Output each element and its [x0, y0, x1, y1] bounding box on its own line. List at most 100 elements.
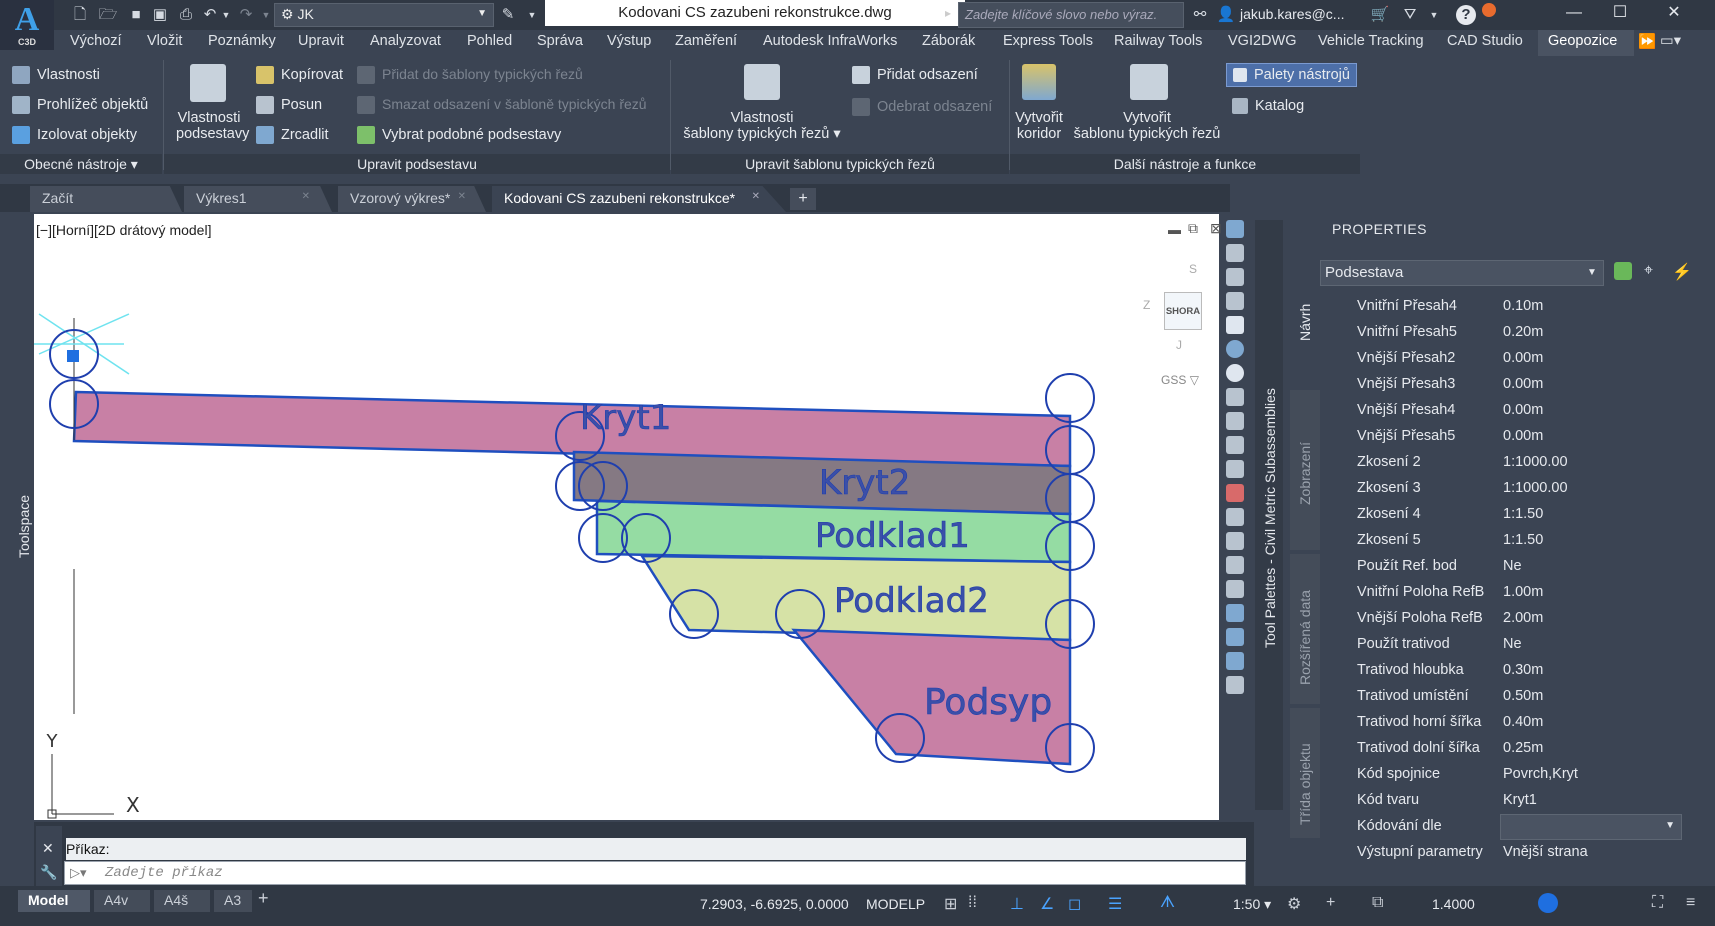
- a360-icon[interactable]: ⛛: [1400, 5, 1420, 25]
- viewcube-face[interactable]: SHORA: [1164, 292, 1202, 330]
- command-input[interactable]: Zadejte příkaz: [64, 861, 1246, 885]
- layer-kryt1[interactable]: [72, 390, 1072, 468]
- select-objects-icon[interactable]: ⌖: [1644, 262, 1653, 280]
- property-value[interactable]: 0.25m: [1503, 740, 1543, 756]
- drawing-canvas[interactable]: Kryt1 Kryt2 Podklad1 Podklad2 Podsyp Y X: [34, 214, 1219, 820]
- property-value[interactable]: 0.50m: [1503, 688, 1543, 704]
- palette-tool-icon[interactable]: [1226, 460, 1244, 478]
- tab-vehicle-tracking[interactable]: Vehicle Tracking: [1318, 33, 1424, 49]
- ucs-menu[interactable]: GSS ▽: [1161, 373, 1199, 387]
- panel-footer-general[interactable]: Obecné nástroje ▾: [0, 154, 162, 174]
- cursor-coordinates[interactable]: 7.2903, -6.6925, 0.0000: [700, 896, 849, 912]
- delete-offset-tool[interactable]: Smazat odsazení v šabloně typických řezů: [357, 96, 647, 115]
- property-row[interactable]: Použít trativod Ne: [1357, 636, 1697, 662]
- palette-tool-icon[interactable]: [1226, 220, 1244, 238]
- palette-tool-icon[interactable]: [1226, 508, 1244, 526]
- fullscreen-icon[interactable]: ⛶: [1652, 894, 1663, 912]
- property-value[interactable]: 0.00m: [1503, 402, 1543, 418]
- property-value[interactable]: Vnější strana: [1503, 844, 1588, 860]
- side-tab-rozsirena-data[interactable]: Rozšířená data: [1290, 554, 1320, 704]
- new-file-icon[interactable]: 🗋: [70, 5, 90, 25]
- help-icon[interactable]: ?: [1456, 5, 1476, 25]
- subassembly-props-icon[interactable]: [190, 64, 226, 102]
- drawing-viewport[interactable]: Kryt1 Kryt2 Podklad1 Podklad2 Podsyp Y X: [34, 214, 1219, 820]
- palette-tool-icon[interactable]: [1226, 436, 1244, 454]
- user-icon[interactable]: 👤: [1216, 5, 1236, 25]
- property-row[interactable]: Zkosení 4 1:1.50: [1357, 506, 1697, 532]
- palette-tool-icon[interactable]: [1226, 652, 1244, 670]
- cart-icon[interactable]: 🛒: [1370, 5, 1390, 25]
- property-row[interactable]: Zkosení 2 1:1000.00: [1357, 454, 1697, 480]
- object-type-select[interactable]: Podsestava ▼: [1320, 260, 1604, 286]
- tab-vlozit[interactable]: Vložit: [147, 33, 182, 49]
- snap-icon[interactable]: ⁞⁞: [968, 894, 977, 912]
- property-value[interactable]: 0.00m: [1503, 376, 1543, 392]
- tab-infraworks[interactable]: Autodesk InfraWorks: [763, 33, 897, 49]
- a360-dropdown-icon[interactable]: ▼: [1424, 5, 1444, 25]
- property-row[interactable]: Kód spojnice Povrch,Kryt: [1357, 766, 1697, 792]
- property-row[interactable]: Vnější Přesah2 0.00m: [1357, 350, 1697, 376]
- redo-icon[interactable]: ↷: [236, 5, 256, 25]
- quick-select-icon[interactable]: ⚡: [1672, 262, 1692, 282]
- property-row[interactable]: Vnitřní Přesah5 0.20m: [1357, 324, 1697, 350]
- property-row[interactable]: Zkosení 3 1:1000.00: [1357, 480, 1697, 506]
- viewport-minimize-icon[interactable]: ▬: [1168, 222, 1181, 237]
- palette-tool-icon[interactable]: [1226, 340, 1244, 358]
- customize-quick-access-icon[interactable]: ▼: [522, 5, 542, 25]
- property-row[interactable]: Trativod horní šířka 0.40m: [1357, 714, 1697, 740]
- tab-zaborak[interactable]: Záborák: [922, 33, 975, 49]
- workspace-icon[interactable]: ⧉: [1372, 894, 1383, 912]
- property-row[interactable]: Vnější Přesah3 0.00m: [1357, 376, 1697, 402]
- tab-vychozi[interactable]: Výchozí: [70, 33, 122, 49]
- minimize-button[interactable]: —: [1550, 2, 1598, 26]
- annotation-scale[interactable]: 1:50 ▾: [1233, 896, 1271, 913]
- subassembly-props-tool[interactable]: Vlastnosti podsestavy: [176, 110, 249, 142]
- viewcube-south[interactable]: J: [1176, 338, 1182, 352]
- palette-tool-icon[interactable]: [1226, 292, 1244, 310]
- palette-tool-icon[interactable]: [1226, 268, 1244, 286]
- property-value[interactable]: Kryt1: [1503, 792, 1537, 808]
- tab-railway-tools[interactable]: Railway Tools: [1114, 33, 1202, 49]
- workspace-select[interactable]: ⚙ JK ▼: [274, 3, 494, 27]
- properties-tool[interactable]: Vlastnosti: [12, 66, 100, 84]
- property-value[interactable]: 0.00m: [1503, 350, 1543, 366]
- customize-menu-icon[interactable]: ≡: [1686, 894, 1695, 912]
- mirror-tool[interactable]: Zrcadlit: [256, 126, 329, 144]
- property-value[interactable]: 2.00m: [1503, 610, 1543, 626]
- lineweight-value[interactable]: 1.4000: [1432, 896, 1475, 912]
- layout-tab-a4s[interactable]: A4š: [154, 890, 210, 912]
- property-row[interactable]: Vnější Přesah5 0.00m: [1357, 428, 1697, 454]
- side-tab-trida-objektu[interactable]: Třída objektu: [1290, 708, 1320, 838]
- close-tab-icon[interactable]: ✕: [458, 191, 466, 202]
- osnap-icon[interactable]: ◻: [1068, 894, 1081, 914]
- tab-geopozice[interactable]: Geopozice: [1548, 33, 1617, 49]
- layout-tab-model[interactable]: Model: [18, 890, 90, 912]
- template-props-icon[interactable]: [744, 64, 780, 100]
- maximize-button[interactable]: ☐: [1596, 2, 1644, 26]
- property-value[interactable]: Ne: [1503, 636, 1522, 652]
- quick-props-icon[interactable]: ✎: [498, 5, 518, 25]
- tab-analyzovat[interactable]: Analyzovat: [370, 33, 441, 49]
- close-command-icon[interactable]: ✕: [42, 840, 54, 857]
- insertion-grip[interactable]: [67, 350, 79, 362]
- search-expand-icon[interactable]: ▸: [945, 6, 951, 20]
- ortho-icon[interactable]: ⊥: [1010, 894, 1024, 914]
- create-template-tool[interactable]: Vytvořit šablonu typických řezů: [1072, 110, 1222, 142]
- tab-vystup[interactable]: Výstup: [607, 33, 651, 49]
- property-row[interactable]: Použít Ref. bod Ne: [1357, 558, 1697, 584]
- select-similar-tool[interactable]: Vybrat podobné podsestavy: [357, 126, 561, 144]
- print-icon[interactable]: ⎙: [176, 5, 196, 25]
- search-input[interactable]: Zadejte klíčové slovo nebo výraz.: [958, 2, 1184, 28]
- property-value[interactable]: 1.00m: [1503, 584, 1543, 600]
- tab-vgi2dwg[interactable]: VGI2DWG: [1228, 33, 1296, 49]
- open-folder-icon[interactable]: 🗁: [98, 5, 118, 25]
- property-row[interactable]: Výstupní parametry Vnější strana: [1357, 844, 1697, 870]
- file-tab-active[interactable]: Kodovani CS zazubeni rekonstrukce* ✕: [492, 186, 786, 212]
- wrench-icon[interactable]: 🔧: [40, 864, 57, 881]
- property-value[interactable]: Ne: [1503, 558, 1522, 574]
- property-value[interactable]: Povrch,Kryt: [1503, 766, 1578, 782]
- viewcube-west[interactable]: Z: [1143, 298, 1150, 312]
- grid-icon[interactable]: ⊞: [944, 894, 957, 914]
- add-layout-button[interactable]: +: [258, 888, 269, 909]
- tab-express-tools[interactable]: Express Tools: [1003, 33, 1093, 49]
